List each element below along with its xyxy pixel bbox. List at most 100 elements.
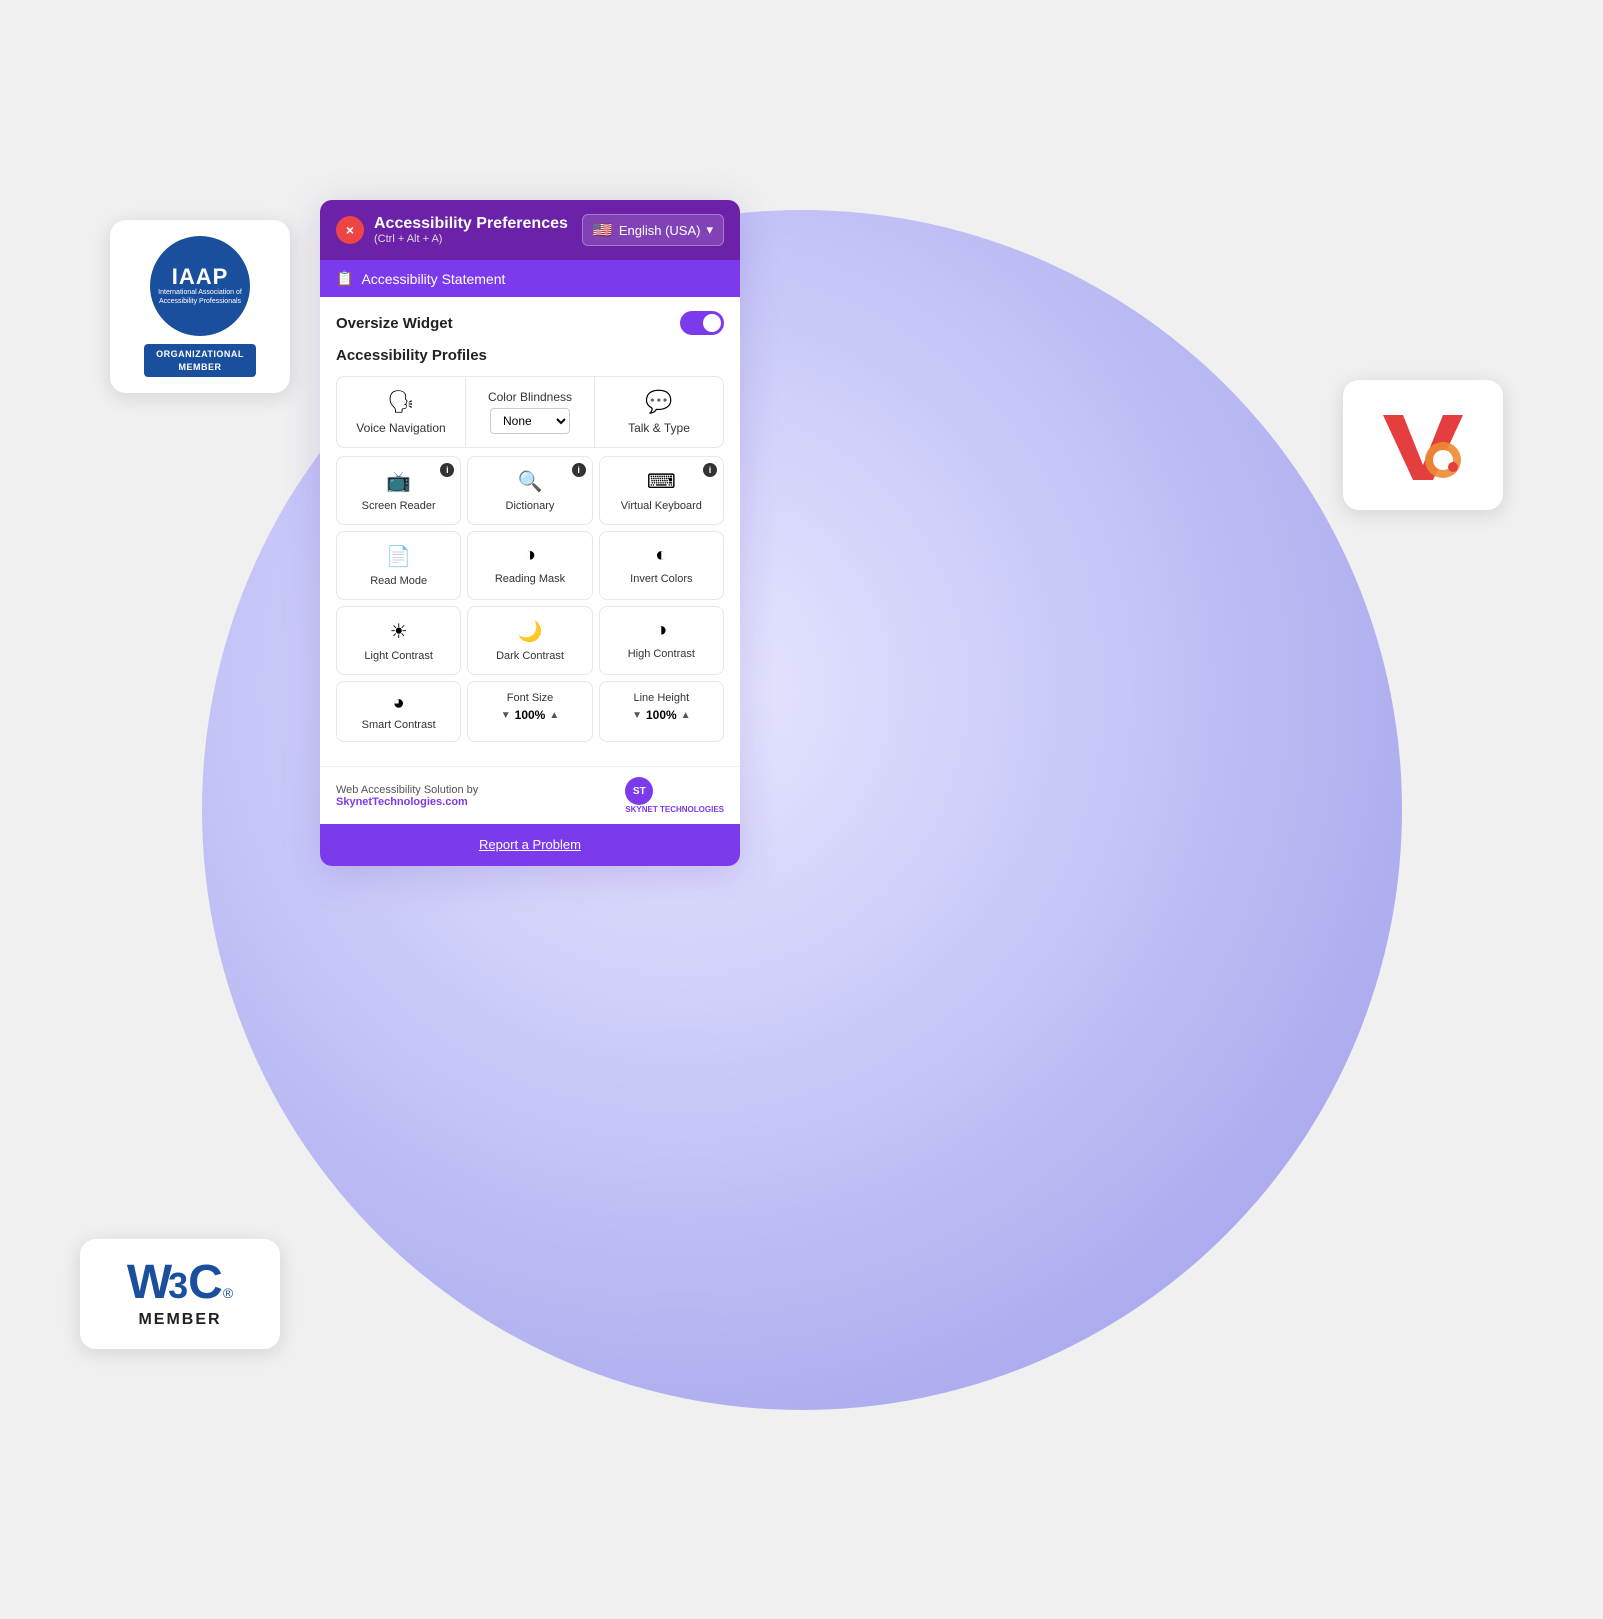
- light-contrast-button[interactable]: ☀ Light Contrast: [336, 606, 461, 675]
- high-contrast-icon: ◑: [655, 619, 667, 642]
- profiles-row: 🗣 Voice Navigation Color Blindness None …: [336, 376, 724, 448]
- dictionary-info-icon[interactable]: i: [572, 463, 586, 477]
- footer-logo-sublabel: SKYNET TECHNOLOGIES: [625, 805, 724, 814]
- screen-reader-info-icon[interactable]: i: [440, 463, 454, 477]
- statement-icon: 📋: [336, 270, 353, 287]
- virtual-keyboard-label: Virtual Keyboard: [621, 500, 702, 512]
- dictionary-icon: 🔍: [518, 469, 543, 494]
- footer-logo-icon: ST: [625, 777, 653, 805]
- language-selector[interactable]: 🇺🇸 English (USA) ▾: [582, 214, 724, 246]
- voice-navigation-label: Voice Navigation: [356, 421, 445, 435]
- stepper-row: ◕ Smart Contrast Font Size ▼ 100% ▲ Line…: [336, 681, 724, 742]
- w3c-registered: ®: [223, 1285, 233, 1301]
- footer-text-line2: SkynetTechnologies.com: [336, 796, 478, 808]
- iaap-logo: IAAP International Association of Access…: [150, 236, 250, 336]
- high-contrast-button[interactable]: ◑ High Contrast: [599, 606, 724, 675]
- reading-mask-label: Reading Mask: [495, 573, 565, 585]
- high-contrast-label: High Contrast: [628, 648, 695, 660]
- color-blindness-select[interactable]: None Protanopia Deuteranopia Tritanopia: [490, 408, 570, 434]
- smart-contrast-icon: ◕: [393, 692, 405, 715]
- accessibility-widget: × Accessibility Preferences (Ctrl + Alt …: [320, 200, 740, 866]
- screen-reader-button[interactable]: i 📺 Screen Reader: [336, 456, 461, 525]
- invert-colors-button[interactable]: ◐ Invert Colors: [599, 531, 724, 600]
- line-height-controls: ▼ 100% ▲: [632, 708, 691, 722]
- screen-reader-icon: 📺: [386, 469, 411, 494]
- widget-header: × Accessibility Preferences (Ctrl + Alt …: [320, 200, 740, 260]
- widget-shortcut: (Ctrl + Alt + A): [374, 233, 568, 245]
- footer-text-line1: Web Accessibility Solution by: [336, 784, 478, 796]
- virtual-keyboard-info-icon[interactable]: i: [703, 463, 717, 477]
- features-grid: i 📺 Screen Reader i 🔍 Dictionary i ⌨ Vir…: [336, 456, 724, 675]
- lang-label: English (USA): [619, 223, 701, 238]
- oversize-label: Oversize Widget: [336, 315, 453, 332]
- virtual-keyboard-icon: ⌨: [647, 469, 676, 494]
- talk-type-label: Talk & Type: [628, 421, 690, 435]
- virtual-keyboard-button[interactable]: i ⌨ Virtual Keyboard: [599, 456, 724, 525]
- oversize-row: Oversize Widget: [336, 311, 724, 335]
- vc-logo-card: [1343, 380, 1503, 510]
- w3c-member-label: MEMBER: [138, 1311, 221, 1329]
- w3c-number-3: 3: [168, 1268, 188, 1304]
- iaap-badge: IAAP International Association of Access…: [110, 220, 290, 393]
- reading-mask-icon: ◑: [524, 544, 536, 567]
- color-blindness-profile: Color Blindness None Protanopia Deuteran…: [466, 377, 595, 447]
- widget-body: Oversize Widget Accessibility Profiles 🗣…: [320, 297, 740, 766]
- accessibility-statement-bar[interactable]: 📋 Accessibility Statement: [320, 260, 740, 297]
- w3c-badge: W 3 C ® MEMBER: [80, 1239, 280, 1349]
- report-bar[interactable]: Report a Problem: [320, 824, 740, 866]
- vc-logo-svg: [1373, 405, 1473, 485]
- talk-type-icon: 💬: [645, 389, 672, 415]
- close-button[interactable]: ×: [336, 216, 364, 244]
- widget-title: Accessibility Preferences: [374, 215, 568, 233]
- dark-contrast-label: Dark Contrast: [496, 650, 564, 662]
- dictionary-label: Dictionary: [506, 500, 555, 512]
- font-size-down-arrow[interactable]: ▼: [501, 710, 511, 721]
- talk-type-profile[interactable]: 💬 Talk & Type: [595, 377, 723, 447]
- footer-text-area: Web Accessibility Solution by SkynetTech…: [336, 784, 478, 808]
- invert-colors-icon: ◐: [655, 544, 667, 567]
- dark-contrast-icon: 🌙: [518, 619, 543, 644]
- reading-mask-button[interactable]: ◑ Reading Mask: [467, 531, 592, 600]
- read-mode-icon: 📄: [386, 544, 411, 569]
- oversize-toggle[interactable]: [680, 311, 724, 335]
- line-height-up-arrow[interactable]: ▲: [681, 710, 691, 721]
- w3c-letter-w: W: [127, 1259, 168, 1307]
- line-height-label: Line Height: [634, 692, 690, 704]
- voice-navigation-icon: 🗣: [387, 389, 415, 415]
- footer-link[interactable]: SkynetTechnologies.com: [336, 796, 468, 808]
- color-blindness-label: Color Blindness: [488, 390, 572, 404]
- statement-label: Accessibility Statement: [361, 271, 505, 287]
- w3c-logo: W 3 C ®: [127, 1259, 233, 1307]
- w3c-letter-c: C: [188, 1259, 223, 1307]
- iaap-subtitle: International Association of Accessibili…: [158, 288, 242, 306]
- line-height-stepper: Line Height ▼ 100% ▲: [599, 681, 724, 742]
- font-size-up-arrow[interactable]: ▲: [549, 710, 559, 721]
- invert-colors-label: Invert Colors: [630, 573, 692, 585]
- font-size-value: 100%: [515, 708, 546, 722]
- line-height-value: 100%: [646, 708, 677, 722]
- dark-contrast-button[interactable]: 🌙 Dark Contrast: [467, 606, 592, 675]
- header-text: Accessibility Preferences (Ctrl + Alt + …: [374, 215, 568, 245]
- chevron-down-icon: ▾: [706, 222, 713, 238]
- line-height-down-arrow[interactable]: ▼: [632, 710, 642, 721]
- read-mode-label: Read Mode: [370, 575, 427, 587]
- light-contrast-label: Light Contrast: [364, 650, 432, 662]
- smart-contrast-button[interactable]: ◕ Smart Contrast: [336, 681, 461, 742]
- screen-reader-label: Screen Reader: [362, 500, 436, 512]
- iaap-title: IAAP: [172, 266, 229, 288]
- footer-logo-area: ST SKYNET TECHNOLOGIES: [625, 777, 724, 814]
- font-size-controls: ▼ 100% ▲: [501, 708, 560, 722]
- profiles-section-title: Accessibility Profiles: [336, 347, 724, 364]
- report-link[interactable]: Report a Problem: [479, 837, 581, 852]
- smart-contrast-label: Smart Contrast: [362, 719, 436, 731]
- flag-icon: 🇺🇸: [593, 220, 613, 240]
- font-size-label: Font Size: [507, 692, 553, 704]
- light-contrast-icon: ☀: [390, 619, 408, 644]
- widget-footer: Web Accessibility Solution by SkynetTech…: [320, 766, 740, 824]
- font-size-stepper: Font Size ▼ 100% ▲: [467, 681, 592, 742]
- read-mode-button[interactable]: 📄 Read Mode: [336, 531, 461, 600]
- iaap-org-label: ORGANIZATIONAL MEMBER: [144, 344, 256, 377]
- voice-navigation-profile[interactable]: 🗣 Voice Navigation: [337, 377, 466, 447]
- dictionary-button[interactable]: i 🔍 Dictionary: [467, 456, 592, 525]
- header-left: × Accessibility Preferences (Ctrl + Alt …: [336, 215, 568, 245]
